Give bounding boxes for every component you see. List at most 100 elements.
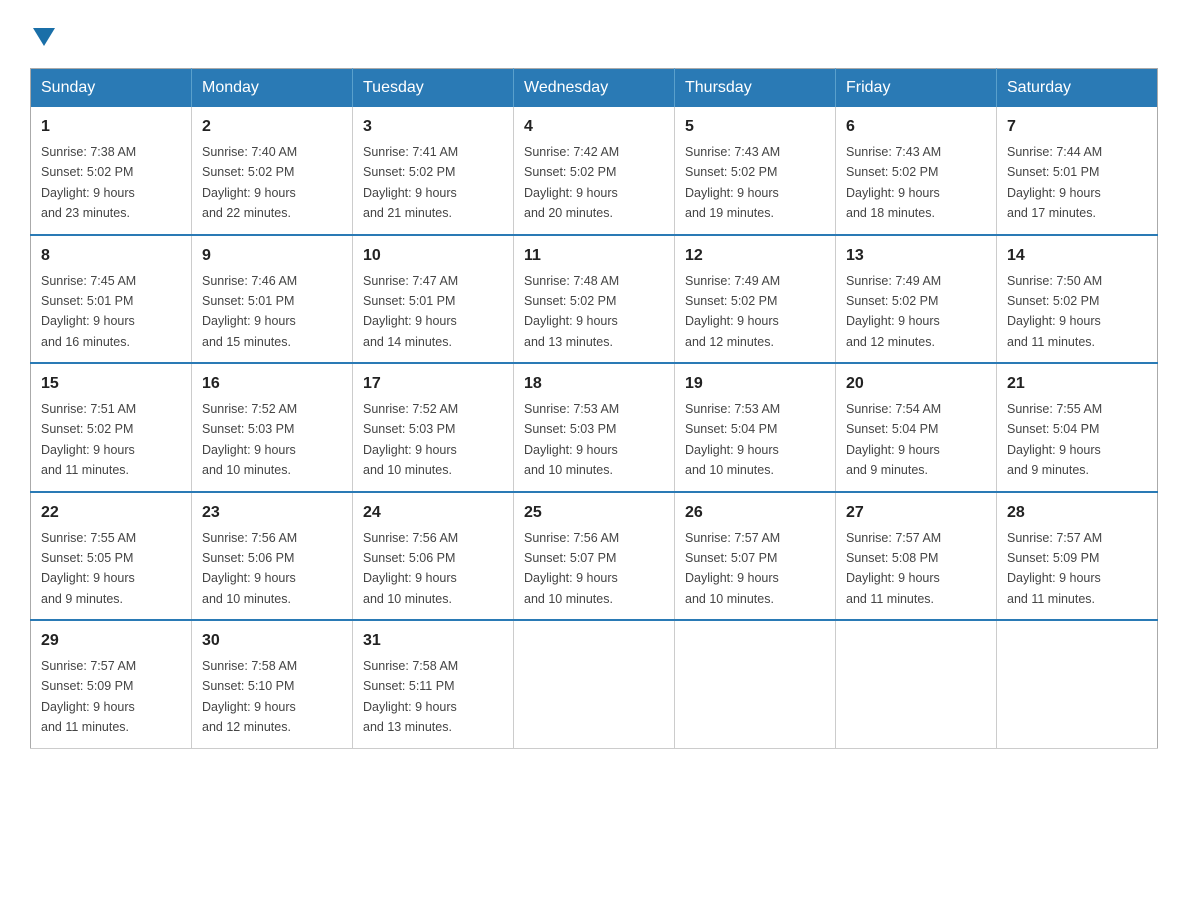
calendar-cell: 1 Sunrise: 7:38 AMSunset: 5:02 PMDayligh… [31, 107, 192, 235]
day-info: Sunrise: 7:49 AMSunset: 5:02 PMDaylight:… [846, 274, 941, 349]
calendar-cell: 23 Sunrise: 7:56 AMSunset: 5:06 PMDaylig… [192, 492, 353, 621]
calendar-cell: 17 Sunrise: 7:52 AMSunset: 5:03 PMDaylig… [353, 363, 514, 492]
calendar-cell: 2 Sunrise: 7:40 AMSunset: 5:02 PMDayligh… [192, 107, 353, 235]
day-info: Sunrise: 7:46 AMSunset: 5:01 PMDaylight:… [202, 274, 297, 349]
day-number: 14 [1007, 244, 1147, 268]
calendar-cell: 7 Sunrise: 7:44 AMSunset: 5:01 PMDayligh… [997, 107, 1158, 235]
day-number: 17 [363, 372, 503, 396]
day-info: Sunrise: 7:58 AMSunset: 5:11 PMDaylight:… [363, 659, 458, 734]
weekday-header-saturday: Saturday [997, 69, 1158, 108]
calendar-cell: 21 Sunrise: 7:55 AMSunset: 5:04 PMDaylig… [997, 363, 1158, 492]
calendar-cell: 13 Sunrise: 7:49 AMSunset: 5:02 PMDaylig… [836, 235, 997, 364]
day-info: Sunrise: 7:58 AMSunset: 5:10 PMDaylight:… [202, 659, 297, 734]
calendar-cell: 11 Sunrise: 7:48 AMSunset: 5:02 PMDaylig… [514, 235, 675, 364]
day-number: 24 [363, 501, 503, 525]
day-info: Sunrise: 7:45 AMSunset: 5:01 PMDaylight:… [41, 274, 136, 349]
day-info: Sunrise: 7:47 AMSunset: 5:01 PMDaylight:… [363, 274, 458, 349]
day-info: Sunrise: 7:55 AMSunset: 5:04 PMDaylight:… [1007, 402, 1102, 477]
calendar-week-row: 29 Sunrise: 7:57 AMSunset: 5:09 PMDaylig… [31, 620, 1158, 748]
day-info: Sunrise: 7:56 AMSunset: 5:07 PMDaylight:… [524, 531, 619, 606]
calendar-cell: 31 Sunrise: 7:58 AMSunset: 5:11 PMDaylig… [353, 620, 514, 748]
calendar-cell: 5 Sunrise: 7:43 AMSunset: 5:02 PMDayligh… [675, 107, 836, 235]
day-number: 3 [363, 115, 503, 139]
calendar-cell: 20 Sunrise: 7:54 AMSunset: 5:04 PMDaylig… [836, 363, 997, 492]
day-info: Sunrise: 7:56 AMSunset: 5:06 PMDaylight:… [363, 531, 458, 606]
calendar-cell: 10 Sunrise: 7:47 AMSunset: 5:01 PMDaylig… [353, 235, 514, 364]
calendar-cell [997, 620, 1158, 748]
calendar-cell: 24 Sunrise: 7:56 AMSunset: 5:06 PMDaylig… [353, 492, 514, 621]
calendar-cell: 4 Sunrise: 7:42 AMSunset: 5:02 PMDayligh… [514, 107, 675, 235]
day-number: 31 [363, 629, 503, 653]
calendar-cell [675, 620, 836, 748]
day-info: Sunrise: 7:57 AMSunset: 5:09 PMDaylight:… [41, 659, 136, 734]
day-info: Sunrise: 7:43 AMSunset: 5:02 PMDaylight:… [685, 145, 780, 220]
logo [30, 20, 55, 50]
calendar-cell: 29 Sunrise: 7:57 AMSunset: 5:09 PMDaylig… [31, 620, 192, 748]
day-number: 28 [1007, 501, 1147, 525]
day-info: Sunrise: 7:51 AMSunset: 5:02 PMDaylight:… [41, 402, 136, 477]
day-number: 1 [41, 115, 181, 139]
calendar-week-row: 8 Sunrise: 7:45 AMSunset: 5:01 PMDayligh… [31, 235, 1158, 364]
day-number: 20 [846, 372, 986, 396]
day-number: 15 [41, 372, 181, 396]
weekday-header-tuesday: Tuesday [353, 69, 514, 108]
day-info: Sunrise: 7:56 AMSunset: 5:06 PMDaylight:… [202, 531, 297, 606]
day-number: 30 [202, 629, 342, 653]
day-number: 22 [41, 501, 181, 525]
calendar-cell: 12 Sunrise: 7:49 AMSunset: 5:02 PMDaylig… [675, 235, 836, 364]
calendar-cell: 26 Sunrise: 7:57 AMSunset: 5:07 PMDaylig… [675, 492, 836, 621]
day-info: Sunrise: 7:42 AMSunset: 5:02 PMDaylight:… [524, 145, 619, 220]
calendar-week-row: 1 Sunrise: 7:38 AMSunset: 5:02 PMDayligh… [31, 107, 1158, 235]
day-number: 21 [1007, 372, 1147, 396]
day-number: 5 [685, 115, 825, 139]
weekday-header-wednesday: Wednesday [514, 69, 675, 108]
day-info: Sunrise: 7:38 AMSunset: 5:02 PMDaylight:… [41, 145, 136, 220]
calendar-cell: 9 Sunrise: 7:46 AMSunset: 5:01 PMDayligh… [192, 235, 353, 364]
calendar-cell: 16 Sunrise: 7:52 AMSunset: 5:03 PMDaylig… [192, 363, 353, 492]
calendar-cell: 28 Sunrise: 7:57 AMSunset: 5:09 PMDaylig… [997, 492, 1158, 621]
day-info: Sunrise: 7:52 AMSunset: 5:03 PMDaylight:… [363, 402, 458, 477]
calendar-cell: 8 Sunrise: 7:45 AMSunset: 5:01 PMDayligh… [31, 235, 192, 364]
calendar-week-row: 15 Sunrise: 7:51 AMSunset: 5:02 PMDaylig… [31, 363, 1158, 492]
day-info: Sunrise: 7:52 AMSunset: 5:03 PMDaylight:… [202, 402, 297, 477]
day-number: 25 [524, 501, 664, 525]
calendar-cell: 22 Sunrise: 7:55 AMSunset: 5:05 PMDaylig… [31, 492, 192, 621]
day-info: Sunrise: 7:54 AMSunset: 5:04 PMDaylight:… [846, 402, 941, 477]
day-number: 26 [685, 501, 825, 525]
weekday-header-monday: Monday [192, 69, 353, 108]
day-number: 9 [202, 244, 342, 268]
calendar-cell: 30 Sunrise: 7:58 AMSunset: 5:10 PMDaylig… [192, 620, 353, 748]
calendar-table: SundayMondayTuesdayWednesdayThursdayFrid… [30, 68, 1158, 749]
day-info: Sunrise: 7:49 AMSunset: 5:02 PMDaylight:… [685, 274, 780, 349]
weekday-header-row: SundayMondayTuesdayWednesdayThursdayFrid… [31, 69, 1158, 108]
page-header [30, 20, 1158, 50]
calendar-header: SundayMondayTuesdayWednesdayThursdayFrid… [31, 69, 1158, 108]
weekday-header-sunday: Sunday [31, 69, 192, 108]
weekday-header-friday: Friday [836, 69, 997, 108]
day-number: 6 [846, 115, 986, 139]
day-number: 27 [846, 501, 986, 525]
day-info: Sunrise: 7:53 AMSunset: 5:03 PMDaylight:… [524, 402, 619, 477]
day-number: 2 [202, 115, 342, 139]
day-number: 29 [41, 629, 181, 653]
logo-general [30, 28, 55, 48]
day-number: 11 [524, 244, 664, 268]
day-number: 13 [846, 244, 986, 268]
day-info: Sunrise: 7:48 AMSunset: 5:02 PMDaylight:… [524, 274, 619, 349]
day-number: 10 [363, 244, 503, 268]
day-number: 12 [685, 244, 825, 268]
calendar-cell: 14 Sunrise: 7:50 AMSunset: 5:02 PMDaylig… [997, 235, 1158, 364]
day-info: Sunrise: 7:43 AMSunset: 5:02 PMDaylight:… [846, 145, 941, 220]
day-info: Sunrise: 7:50 AMSunset: 5:02 PMDaylight:… [1007, 274, 1102, 349]
calendar-cell: 15 Sunrise: 7:51 AMSunset: 5:02 PMDaylig… [31, 363, 192, 492]
day-number: 4 [524, 115, 664, 139]
calendar-cell [514, 620, 675, 748]
day-info: Sunrise: 7:57 AMSunset: 5:08 PMDaylight:… [846, 531, 941, 606]
calendar-cell: 6 Sunrise: 7:43 AMSunset: 5:02 PMDayligh… [836, 107, 997, 235]
day-info: Sunrise: 7:57 AMSunset: 5:07 PMDaylight:… [685, 531, 780, 606]
calendar-week-row: 22 Sunrise: 7:55 AMSunset: 5:05 PMDaylig… [31, 492, 1158, 621]
day-info: Sunrise: 7:53 AMSunset: 5:04 PMDaylight:… [685, 402, 780, 477]
calendar-body: 1 Sunrise: 7:38 AMSunset: 5:02 PMDayligh… [31, 107, 1158, 748]
calendar-cell: 18 Sunrise: 7:53 AMSunset: 5:03 PMDaylig… [514, 363, 675, 492]
day-info: Sunrise: 7:44 AMSunset: 5:01 PMDaylight:… [1007, 145, 1102, 220]
